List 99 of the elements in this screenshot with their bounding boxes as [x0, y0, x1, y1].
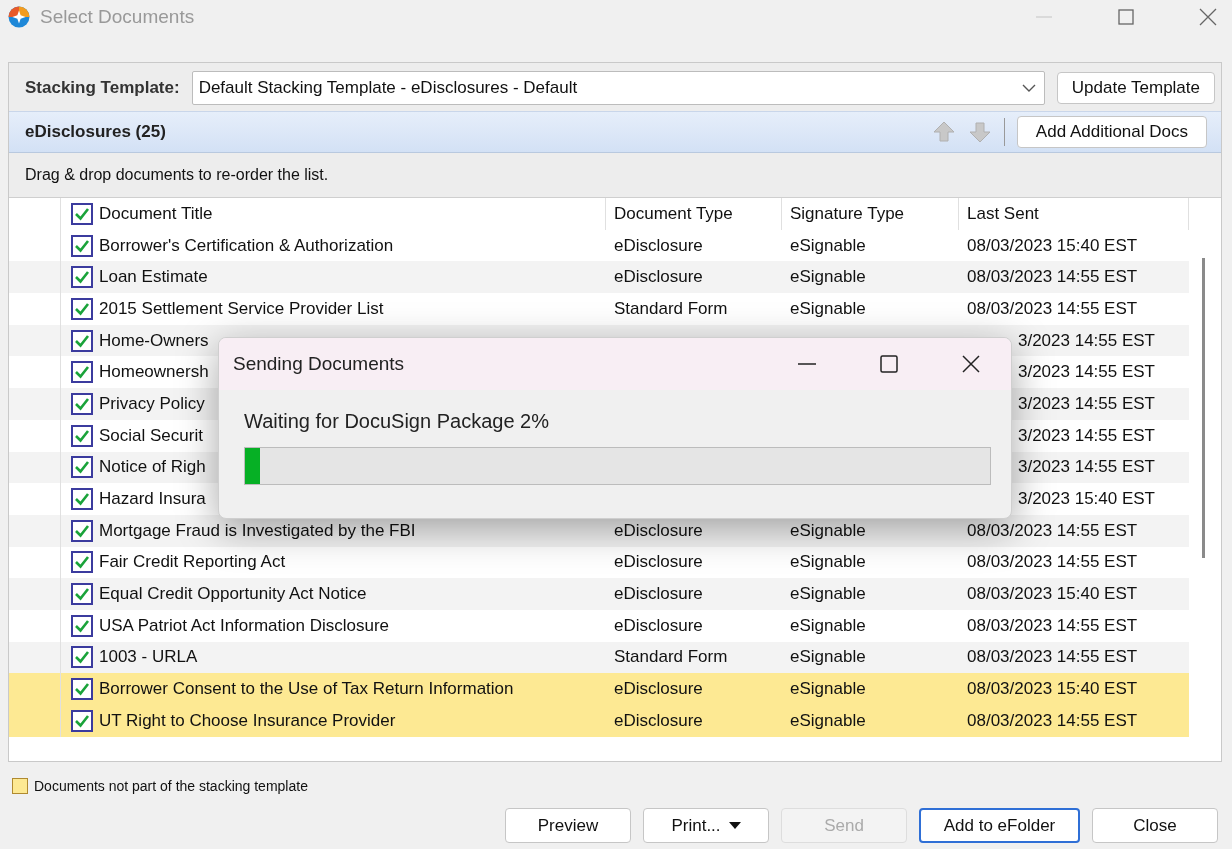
dialog-button[interactable]: Close — [1092, 808, 1218, 843]
column-header[interactable]: Document Type — [614, 203, 733, 224]
table-cell: 08/03/2023 14:55 EST — [967, 710, 1138, 731]
table-cell: Standard Form — [614, 647, 728, 668]
table-cell: eDisclosure — [614, 552, 703, 573]
checkbox[interactable] — [71, 329, 93, 352]
checkbox[interactable] — [71, 709, 93, 732]
table-row[interactable]: 1003 - URLA Standard Form eSignable 08/03/2023 14:55 EST — [9, 641, 1189, 674]
table-cell: eSignable — [790, 520, 866, 541]
caret-icon — [728, 821, 741, 830]
table-cell: 08/03/2023 14:55 EST — [967, 647, 1138, 668]
table-cell: Borrower's Certification & Authorization — [99, 235, 394, 256]
table-cell: Hazard Insura — [99, 489, 206, 510]
table-cell: 2015 Settlement Service Provider List — [99, 298, 384, 319]
table-cell: Social Securit — [99, 425, 203, 446]
column-header[interactable]: Document Title — [99, 203, 213, 224]
table-cell: 08/03/2023 14:55 EST — [967, 520, 1138, 541]
checkbox[interactable] — [71, 202, 93, 225]
table-cell: Notice of Righ — [99, 457, 206, 478]
checkbox[interactable] — [71, 424, 93, 447]
add-additional-docs-button[interactable]: Add Additional Docs — [1016, 116, 1207, 148]
checkbox[interactable] — [71, 583, 93, 606]
dialog-button[interactable]: Preview — [505, 808, 631, 843]
table-cell: 3/2023 14:55 EST — [1017, 330, 1155, 351]
table-cell: eDisclosure — [614, 267, 703, 288]
table-cell: 3/2023 14:55 EST — [1017, 362, 1155, 383]
scrollbar-thumb[interactable] — [1202, 258, 1205, 558]
legend-swatch — [12, 778, 28, 794]
table-cell: eDisclosure — [614, 615, 703, 636]
table-cell: eSignable — [790, 267, 866, 288]
checkbox[interactable] — [71, 646, 93, 669]
table-cell: Privacy Policy — [99, 393, 205, 414]
table-cell: 08/03/2023 15:40 EST — [967, 235, 1138, 256]
table-cell: eSignable — [790, 584, 866, 605]
table-cell: eSignable — [790, 679, 866, 700]
checkbox[interactable] — [71, 519, 93, 542]
table-cell: eSignable — [790, 235, 866, 256]
table-row[interactable]: Borrower Consent to the Use of Tax Return Information eDisclosure eSignable 08/03/2023 15:40 EST — [9, 673, 1189, 705]
dialog-title: Sending Documents — [233, 353, 405, 375]
checkbox[interactable] — [71, 234, 93, 257]
table-cell: eSignable — [790, 647, 866, 668]
drag-hint-text: Drag & drop documents to re-order the list. — [25, 166, 329, 184]
table-cell: eDisclosure — [614, 679, 703, 700]
table-cell: 08/03/2023 15:40 EST — [967, 584, 1138, 605]
progress-message: Waiting for DocuSign Package 2% — [244, 410, 550, 433]
checkbox[interactable] — [71, 392, 93, 415]
table-cell: 08/03/2023 15:40 EST — [967, 679, 1138, 700]
table-cell: Loan Estimate — [99, 267, 208, 288]
table-cell: eSignable — [790, 552, 866, 573]
checkbox[interactable] — [71, 297, 93, 320]
close-icon[interactable] — [961, 354, 981, 374]
checkbox[interactable] — [71, 266, 93, 289]
table-cell: UT Right to Choose Insurance Provider — [99, 710, 396, 731]
table-cell: 3/2023 14:55 EST — [1017, 393, 1155, 414]
table-row[interactable]: UT Right to Choose Insurance Provider eDisclosure eSignable 08/03/2023 14:55 EST — [9, 705, 1189, 737]
checkbox[interactable] — [71, 456, 93, 479]
table-cell: 08/03/2023 14:55 EST — [967, 552, 1138, 573]
table-cell: 08/03/2023 14:55 EST — [967, 267, 1138, 288]
checkbox[interactable] — [71, 678, 93, 701]
table-cell: Fair Credit Reporting Act — [99, 552, 286, 573]
table-cell: Standard Form — [614, 298, 728, 319]
table-cell: Equal Credit Opportunity Act Notice — [99, 584, 367, 605]
update-template-button[interactable]: Update Template — [1056, 72, 1215, 104]
table-cell: eSignable — [790, 298, 866, 319]
window-title: Select Documents — [40, 6, 195, 28]
table-row[interactable]: Loan Estimate eDisclosure eSignable 08/03/2023 14:55 EST — [9, 261, 1189, 294]
checkbox[interactable] — [71, 361, 93, 384]
table-cell: Borrower Consent to the Use of Tax Return Information — [99, 679, 514, 700]
table-cell: 08/03/2023 14:55 EST — [967, 298, 1138, 319]
dialog-button[interactable]: Print... — [643, 808, 769, 843]
maximize-icon[interactable] — [879, 354, 899, 374]
column-header[interactable]: Last Sent — [967, 203, 1039, 224]
checkbox[interactable] — [71, 551, 93, 574]
table-cell: 1003 - URLA — [99, 647, 198, 668]
table-cell: eDisclosure — [614, 710, 703, 731]
table-cell: Mortgage Fraud is Investigated by the FBI — [99, 520, 416, 541]
table-cell: Homeownersh — [99, 362, 209, 383]
stacking-template-dropdown[interactable]: Default Stacking Template - eDisclosures - Default — [191, 71, 1045, 105]
table-cell: eSignable — [790, 615, 866, 636]
table-cell: 3/2023 15:40 EST — [1017, 489, 1155, 510]
app-logo-icon — [8, 6, 30, 28]
table-cell: eDisclosure — [614, 584, 703, 605]
chevron-down-icon — [1021, 83, 1036, 93]
checkbox[interactable] — [71, 488, 93, 511]
table-cell: 08/03/2023 14:55 EST — [967, 615, 1138, 636]
table-cell: USA Patriot Act Information Disclosure — [99, 615, 390, 636]
table-row[interactable]: Equal Credit Opportunity Act Notice eDisclosure eSignable 08/03/2023 15:40 EST — [9, 578, 1189, 610]
column-header[interactable]: Signature Type — [790, 203, 905, 224]
section-title: eDisclosures (25) — [25, 122, 166, 142]
table-cell: Home-Owners — [99, 330, 209, 351]
dialog-button[interactable]: Add to eFolder — [919, 808, 1080, 843]
table-cell: eDisclosure — [614, 235, 703, 256]
table-cell: eDisclosure — [614, 520, 703, 541]
table-cell: 3/2023 14:55 EST — [1017, 457, 1155, 478]
stacking-template-label: Stacking Template: — [25, 78, 180, 98]
checkbox[interactable] — [71, 614, 93, 637]
legend-label: Documents not part of the stacking template — [34, 778, 308, 794]
table-cell: 3/2023 14:55 EST — [1017, 425, 1155, 446]
table-cell: eSignable — [790, 710, 866, 731]
